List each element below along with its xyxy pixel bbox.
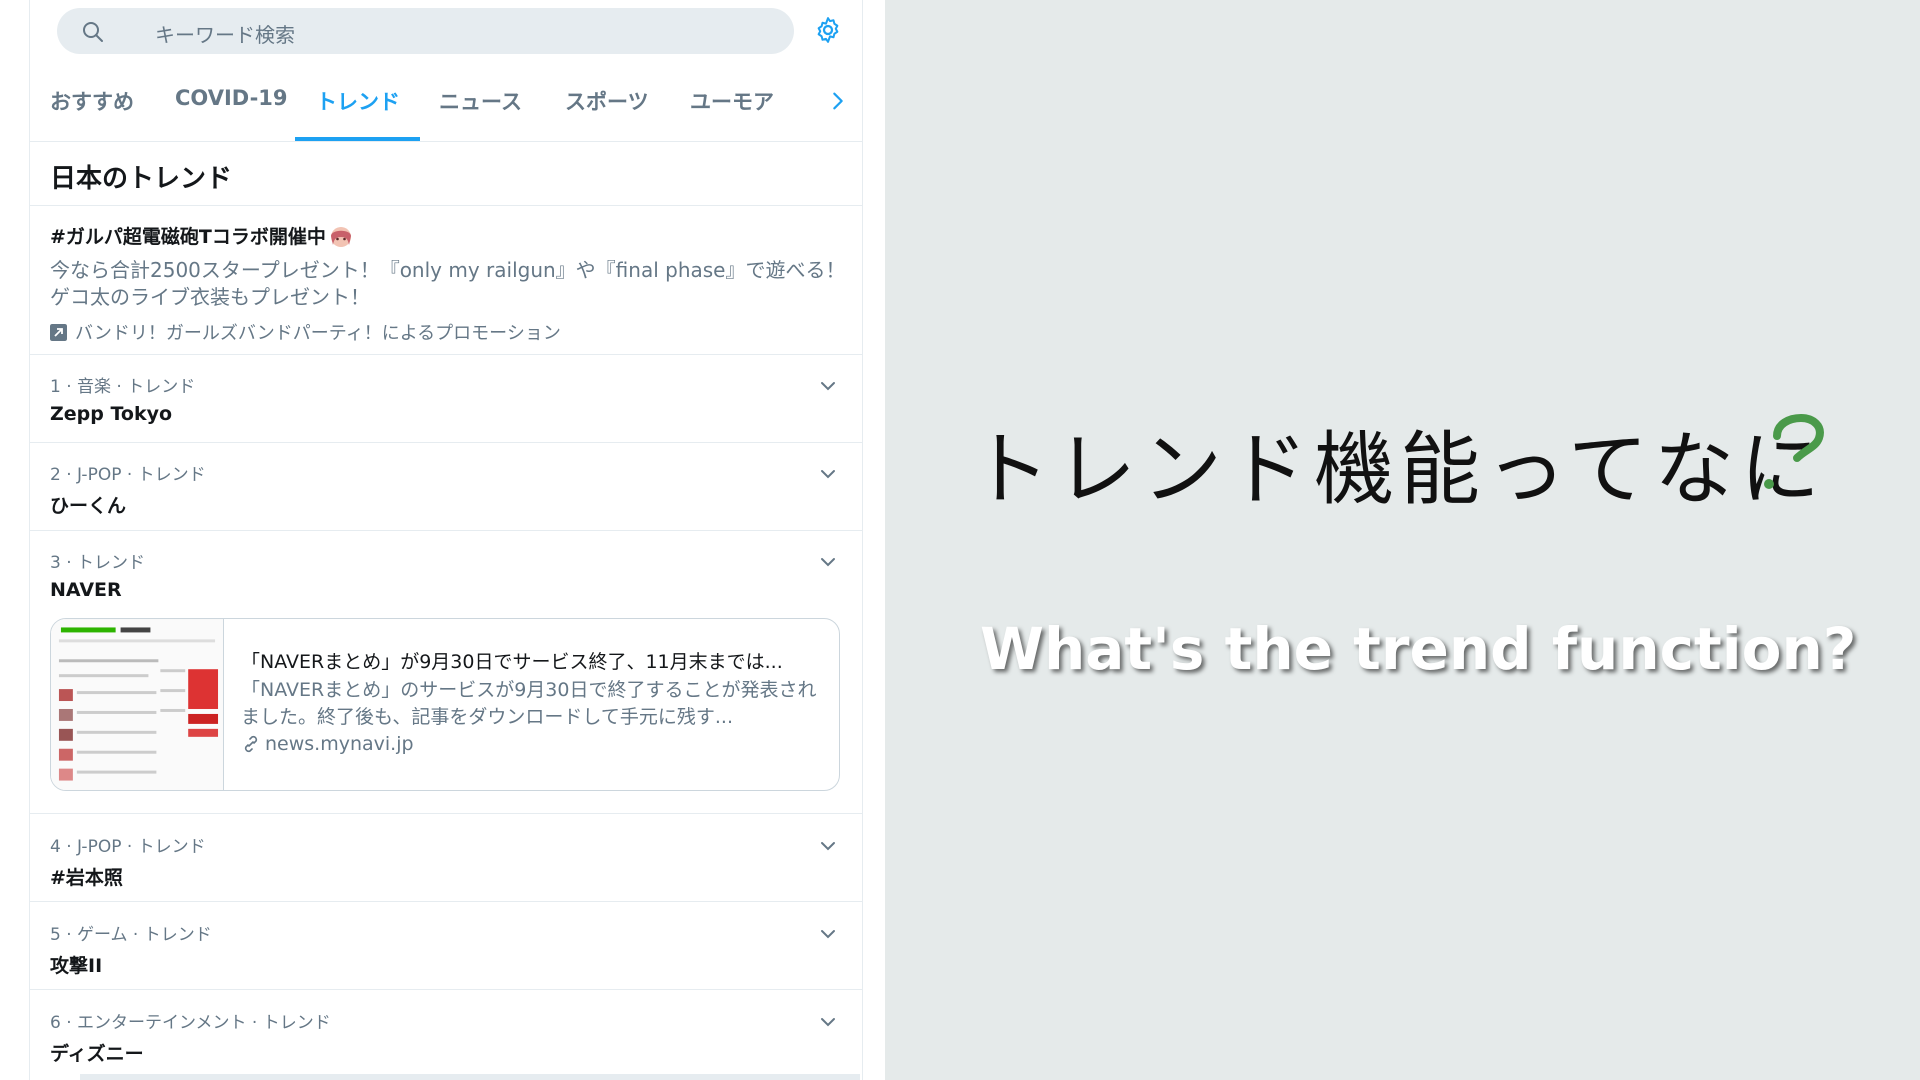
trend-name: Zepp Tokyo	[50, 403, 173, 425]
trend-item[interactable]: 4 · J-POP · トレンド #岩本照	[50, 832, 850, 890]
search-input[interactable]: キーワード検索	[57, 8, 794, 54]
search-icon	[83, 22, 103, 42]
section-title: 日本のトレンド	[50, 164, 233, 194]
news-card[interactable]: 「NAVERまとめ」が9月30日でサービス終了、11月末までは... 「NAVE…	[50, 618, 840, 791]
tab-covid[interactable]: COVID-19	[175, 86, 288, 110]
trend-meta: 4 · J-POP · トレンド	[50, 837, 206, 857]
chevron-down-icon[interactable]	[818, 836, 838, 856]
promoted-description-line2: ゲコ太のライブ衣装もプレゼント！	[50, 285, 370, 309]
trend-item[interactable]: 2 · J-POP · トレンド ひーくん	[50, 460, 850, 518]
panel-gap	[863, 0, 885, 1080]
trend-item[interactable]: 5 · ゲーム · トレンド 攻撃II	[50, 920, 850, 978]
news-domain: news.mynavi.jp	[265, 733, 414, 755]
gear-icon[interactable]	[813, 15, 843, 45]
tab-humor[interactable]: ユーモア	[690, 86, 774, 116]
news-description: 「NAVERまとめ」のサービスが9月30日で終了することが発表されました。終了後…	[241, 679, 817, 728]
trend-item[interactable]: 6 · エンターテインメント · トレンド ディズニー	[50, 1008, 850, 1066]
chevron-down-icon[interactable]	[818, 464, 838, 484]
character-emoji-icon	[330, 226, 351, 247]
search-placeholder: キーワード検索	[155, 23, 295, 47]
trend-name: #岩本照	[50, 867, 123, 889]
active-tab-indicator	[295, 137, 420, 141]
divider	[30, 442, 862, 443]
trend-name: NAVER	[50, 579, 122, 601]
subheadline: What's the trend function?	[980, 615, 1857, 683]
promoted-hashtag: #ガルパ超電磁砲Tコラボ開催中	[50, 226, 326, 248]
trend-name: 攻撃II	[50, 955, 103, 977]
tab-news[interactable]: ニュース	[439, 86, 522, 116]
tab-trends[interactable]: トレンド	[316, 86, 400, 116]
divider	[30, 530, 862, 531]
scroll-edge	[80, 1074, 860, 1080]
trend-name: ひーくん	[50, 495, 127, 517]
search-row: キーワード検索	[30, 0, 862, 64]
promoted-trend[interactable]: #ガルパ超電磁砲Tコラボ開催中 今なら合計2500スタープレゼント！『only …	[50, 222, 850, 345]
divider	[30, 989, 862, 990]
explore-tabs: おすすめ COVID-19 トレンド ニュース スポーツ ユーモア	[30, 76, 862, 142]
chevron-right-icon[interactable]	[827, 90, 849, 112]
question-mark-icon	[1764, 413, 1824, 489]
chevron-down-icon[interactable]	[818, 924, 838, 944]
news-title: 「NAVERまとめ」が9月30日でサービス終了、11月末までは...	[241, 651, 783, 673]
news-thumbnail	[51, 619, 224, 790]
trend-meta: 1 · 音楽 · トレンド	[50, 377, 196, 397]
trend-item[interactable]: 3 · トレンド NAVER	[50, 548, 850, 601]
promoted-icon	[50, 323, 67, 341]
divider	[30, 205, 862, 206]
trend-name: ディズニー	[50, 1043, 144, 1065]
divider	[30, 354, 862, 355]
headline: トレンド機能ってなに	[970, 423, 1826, 516]
trend-meta: 2 · J-POP · トレンド	[50, 465, 206, 485]
tab-recommended[interactable]: おすすめ	[50, 86, 134, 116]
chevron-down-icon[interactable]	[818, 376, 838, 396]
divider	[30, 901, 862, 902]
divider	[30, 813, 862, 814]
trend-meta: 3 · トレンド	[50, 553, 146, 573]
link-icon	[244, 735, 258, 753]
promoted-description-line1: 今なら合計2500スタープレゼント！『only my railgun』や『fin…	[50, 258, 846, 282]
trend-item[interactable]: 1 · 音楽 · トレンド Zepp Tokyo	[50, 372, 850, 425]
chevron-down-icon[interactable]	[818, 552, 838, 572]
chevron-down-icon[interactable]	[818, 1012, 838, 1032]
trend-meta: 5 · ゲーム · トレンド	[50, 925, 212, 945]
left-gutter	[0, 0, 29, 1080]
tab-sports[interactable]: スポーツ	[565, 86, 649, 116]
explore-panel: キーワード検索 おすすめ COVID-19 トレンド ニュース スポーツ ユーモ…	[29, 0, 863, 1080]
promoted-by-label: バンドリ！ガールズバンドパーティ！によるプロモーション	[75, 323, 561, 344]
trend-meta: 6 · エンターテインメント · トレンド	[50, 1013, 331, 1033]
